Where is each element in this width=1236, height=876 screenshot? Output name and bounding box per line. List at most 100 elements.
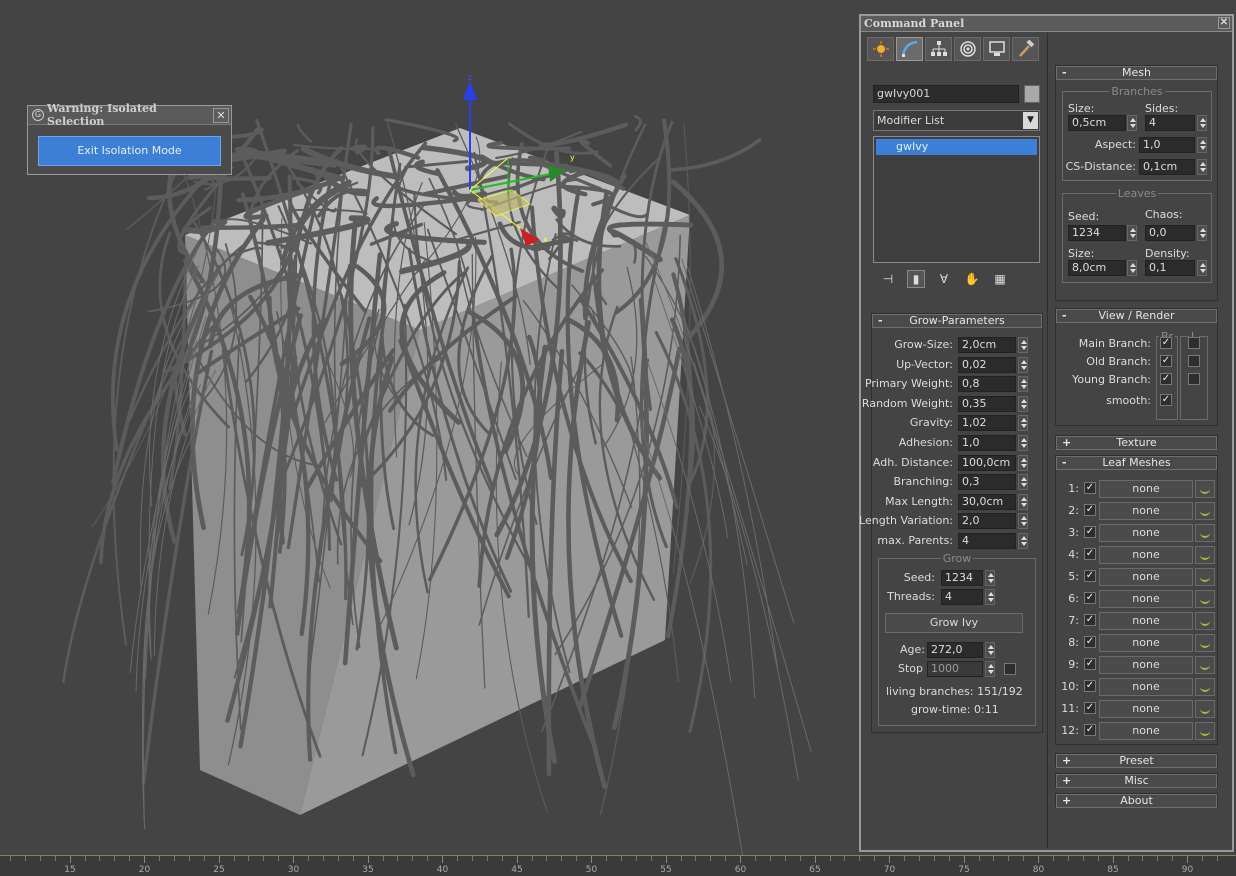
age-field[interactable]: 272,0 [927,642,983,658]
hierarchy-icon[interactable] [925,37,952,61]
chaos-spinner[interactable] [1197,225,1207,241]
leaf-mesh-picker-button[interactable]: none [1099,700,1193,718]
grow-parameters-header[interactable]: - Grow-Parameters [872,314,1042,328]
motion-icon[interactable] [954,37,981,61]
rollout-toggle[interactable]: + [1062,775,1071,787]
grow-param-field[interactable]: 100,0cm [958,454,1016,471]
grow-param-field[interactable]: 2,0cm [958,337,1016,353]
preset-header[interactable]: + Preset [1056,754,1217,768]
grow-param-spinner[interactable] [1018,533,1028,549]
rollout-toggle[interactable]: - [1062,67,1067,79]
grow-param-spinner[interactable] [1018,356,1028,373]
grow-param-field[interactable]: 2,0 [958,513,1016,530]
leaf-mesh-checkbox[interactable]: ✓ [1084,548,1096,560]
modifier-stack[interactable]: gwIvy [873,136,1040,263]
modify-icon[interactable] [896,37,923,61]
leaf-seed-spinner[interactable] [1127,225,1137,241]
grow-param-field[interactable]: 1,02 [958,415,1016,432]
grow-param-field[interactable]: 30,0cm [958,493,1016,510]
leaf-mesh-curve-icon[interactable] [1195,722,1215,740]
leaf-mesh-checkbox[interactable]: ✓ [1084,702,1096,714]
leaf-mesh-curve-icon[interactable] [1195,656,1215,674]
grow-param-field[interactable]: 4 [958,533,1016,549]
view-render-header[interactable]: - View / Render [1056,309,1217,323]
chevron-down-icon[interactable]: ▼ [1023,112,1038,129]
leaf-seed-field[interactable]: 1234 [1068,225,1126,241]
mesh-header[interactable]: - Mesh [1056,66,1217,80]
leaf-mesh-checkbox[interactable]: ✓ [1084,614,1096,626]
stack-item-gwivy[interactable]: gwIvy [876,139,1037,155]
make-unique-icon[interactable]: ∀ [935,270,953,288]
about-header[interactable]: + About [1056,794,1217,808]
render-leaf-checkbox[interactable] [1188,373,1200,385]
grow-param-spinner[interactable] [1018,435,1028,451]
age-spinner[interactable] [985,642,995,658]
render-branch-checkbox[interactable]: ✓ [1160,373,1172,385]
utilities-icon[interactable] [1012,37,1039,61]
rollout-toggle[interactable]: - [1062,310,1067,322]
leaf-mesh-checkbox[interactable]: ✓ [1084,636,1096,648]
render-branch-checkbox[interactable]: ✓ [1160,337,1172,349]
grow-param-spinner[interactable] [1018,513,1028,530]
show-end-result-icon[interactable]: ▮ [907,270,925,288]
leaf-mesh-curve-icon[interactable] [1195,634,1215,652]
grow-param-spinner[interactable] [1018,395,1028,412]
display-icon[interactable] [983,37,1010,61]
leaf-size-field[interactable]: 8,0cm [1068,260,1126,276]
aspect-spinner[interactable] [1197,137,1207,153]
leaf-mesh-curve-icon[interactable] [1195,568,1215,586]
rollout-toggle[interactable]: + [1062,795,1071,807]
close-icon[interactable]: ✕ [213,107,229,123]
dialog-titlebar[interactable]: G Warning: Isolated Selection ✕ [28,102,231,128]
render-branch-checkbox[interactable]: ✓ [1160,394,1172,406]
leaf-mesh-picker-button[interactable]: none [1099,590,1193,608]
grow-param-spinner[interactable] [1018,474,1028,491]
grow-seed-field[interactable]: 1234 [941,570,983,586]
rollout-toggle[interactable]: - [878,315,883,327]
leaf-mesh-curve-icon[interactable] [1195,502,1215,520]
leaf-mesh-picker-button[interactable]: none [1099,568,1193,586]
threads-field[interactable]: 4 [941,589,983,605]
grow-param-spinner[interactable] [1018,493,1028,510]
leaf-mesh-curve-icon[interactable] [1195,700,1215,718]
rollout-toggle[interactable]: + [1062,755,1071,767]
leaf-mesh-checkbox[interactable]: ✓ [1084,724,1096,736]
branch-sides-field[interactable]: 4 [1145,115,1195,131]
remove-modifier-icon[interactable]: ✋ [963,270,981,288]
leaf-mesh-curve-icon[interactable] [1195,590,1215,608]
cs-distance-spinner[interactable] [1197,159,1207,175]
pin-stack-icon[interactable]: ⊣ [879,270,897,288]
leaf-mesh-curve-icon[interactable] [1195,524,1215,542]
leaf-mesh-curve-icon[interactable] [1195,480,1215,498]
grow-param-field[interactable]: 0,02 [958,356,1016,373]
rollout-toggle[interactable]: + [1062,437,1071,449]
render-leaf-checkbox[interactable] [1188,337,1200,349]
leaf-mesh-checkbox[interactable]: ✓ [1084,592,1096,604]
threads-spinner[interactable] [985,589,995,605]
leaf-mesh-picker-button[interactable]: none [1099,546,1193,564]
viewport[interactable]: z y x G Warning: Isolated Selection ✕ Ex… [0,0,860,855]
create-icon[interactable] [867,37,894,61]
render-branch-checkbox[interactable]: ✓ [1160,355,1172,367]
leaf-mesh-checkbox[interactable]: ✓ [1084,482,1096,494]
grow-param-field[interactable]: 1,0 [958,435,1016,451]
object-name-field[interactable]: gwIvy001 [873,85,1019,103]
texture-header[interactable]: + Texture [1056,436,1217,450]
cs-distance-field[interactable]: 0,1cm [1139,159,1195,175]
leaf-meshes-header[interactable]: - Leaf Meshes [1056,456,1217,470]
leaf-mesh-checkbox[interactable]: ✓ [1084,526,1096,538]
object-color-swatch[interactable] [1024,85,1040,103]
leaf-mesh-picker-button[interactable]: none [1099,524,1193,542]
timeline-ruler[interactable]: 15 20 25 30 35 40 45 50 55 60 65 70 75 80 85 90 [0,855,1236,876]
leaf-size-spinner[interactable] [1127,260,1137,276]
grow-param-spinner[interactable] [1018,376,1028,393]
exit-isolation-button[interactable]: Exit Isolation Mode [38,136,221,166]
leaf-mesh-picker-button[interactable]: none [1099,678,1193,696]
stop-field[interactable]: 1000 [927,661,983,677]
render-leaf-checkbox[interactable] [1188,355,1200,367]
rollout-toggle[interactable]: - [1062,457,1067,469]
leaf-mesh-checkbox[interactable]: ✓ [1084,680,1096,692]
leaf-mesh-picker-button[interactable]: none [1099,634,1193,652]
grow-param-field[interactable]: 0,35 [958,395,1016,412]
density-field[interactable]: 0,1 [1145,260,1195,276]
